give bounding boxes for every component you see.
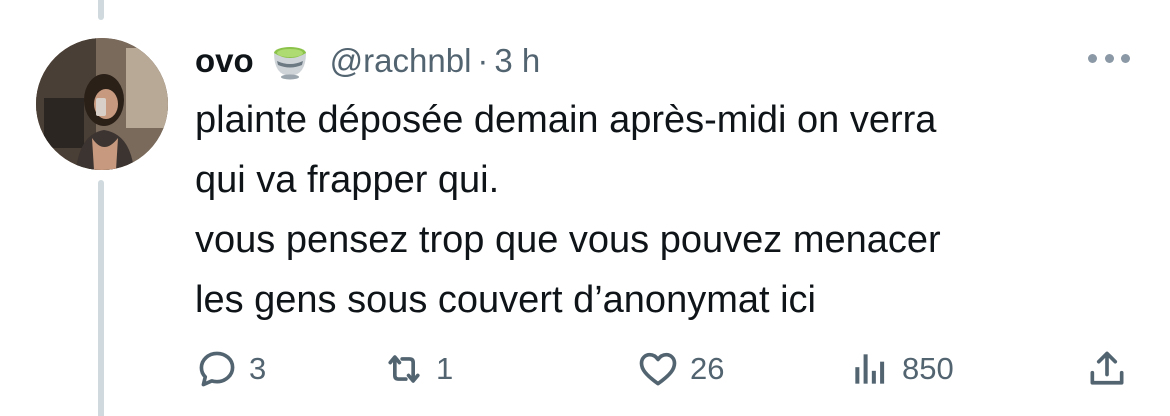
like-button[interactable]: 26 xyxy=(636,346,724,392)
timestamp[interactable]: 3 h xyxy=(494,42,540,80)
share-button[interactable] xyxy=(1085,346,1129,392)
action-bar: 3 1 26 850 xyxy=(195,346,1135,392)
tweet-line: plainte déposée demain après-midi on ver… xyxy=(195,99,937,141)
tweet-line: vous pensez trop que vous pouvez menacer xyxy=(195,219,941,261)
tweet-line: les gens sous couvert d’anonymat ici xyxy=(195,279,816,321)
tweet-text: plainte déposée demain après-midi on ver… xyxy=(195,90,1135,330)
share-icon xyxy=(1090,351,1124,385)
tweet-line: qui va frapper qui. xyxy=(195,159,500,201)
thread-line-bottom xyxy=(98,180,104,416)
more-dot xyxy=(1104,53,1114,63)
tweet-header: ovo @rachnbl · 3 h xyxy=(195,36,540,86)
separator-dot: · xyxy=(477,42,489,79)
reply-button[interactable]: 3 xyxy=(195,346,266,392)
views-chart-icon xyxy=(855,354,885,384)
more-dot xyxy=(1088,53,1097,63)
like-count: 26 xyxy=(690,351,725,386)
thread-line-top xyxy=(98,0,104,20)
retweet-icon xyxy=(388,355,420,383)
reply-count: 3 xyxy=(249,351,267,386)
avatar-photo xyxy=(36,38,168,170)
more-dot xyxy=(1121,53,1130,63)
avatar[interactable] xyxy=(36,38,168,170)
more-options-icon[interactable] xyxy=(1088,48,1130,68)
retweet-button[interactable]: 1 xyxy=(382,346,453,392)
retweet-count: 1 xyxy=(436,351,454,386)
display-name[interactable]: ovo xyxy=(195,42,254,80)
reply-icon xyxy=(199,351,235,387)
handle[interactable]: @rachnbl xyxy=(330,42,472,80)
heart-icon xyxy=(639,352,677,386)
views-button[interactable]: 850 xyxy=(848,346,954,392)
teacup-icon xyxy=(268,39,312,83)
views-count: 850 xyxy=(902,351,954,386)
tweet-card[interactable]: ovo @rachnbl · 3 h plainte déposée demai… xyxy=(0,0,1170,416)
